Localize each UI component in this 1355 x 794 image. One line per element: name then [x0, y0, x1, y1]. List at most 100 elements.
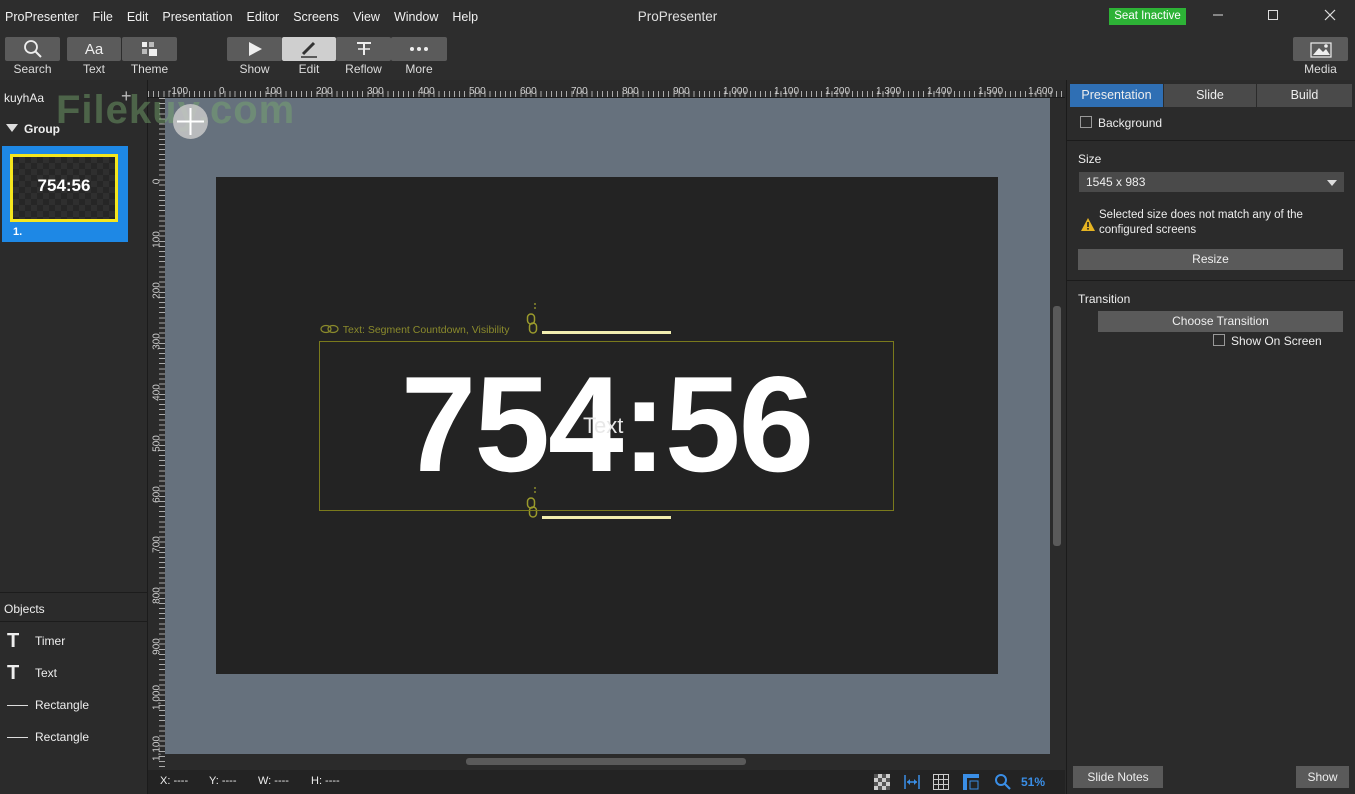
line-icon: [7, 705, 28, 706]
object-item[interactable]: Rectangle: [0, 690, 148, 720]
chevron-down-icon: [1327, 180, 1337, 186]
chain-link-icon[interactable]: [526, 303, 538, 337]
theme-button[interactable]: [122, 37, 177, 61]
toolbar: Search Aa Text Theme Show Edit Reflow Mo…: [0, 34, 1355, 80]
resize-button[interactable]: Resize: [1078, 249, 1343, 270]
line-icon: [7, 737, 28, 738]
ruler-label: 1,500: [978, 86, 1004, 97]
menu-file[interactable]: File: [93, 10, 113, 24]
edit-label: Edit: [298, 62, 320, 76]
size-select[interactable]: 1545 x 983: [1079, 172, 1344, 192]
background-checkbox[interactable]: [1080, 116, 1092, 128]
bottom-line-shape[interactable]: [542, 516, 671, 519]
menu-app[interactable]: ProPresenter: [5, 10, 79, 24]
ruler-label: 500: [151, 435, 163, 452]
menu-view[interactable]: View: [353, 10, 380, 24]
search-icon: [23, 40, 42, 58]
link-icon: [320, 324, 339, 334]
show-button-bottom[interactable]: Show: [1296, 766, 1349, 788]
show-button[interactable]: [227, 37, 282, 61]
search-label: Search: [13, 62, 52, 76]
zoom-add-icon[interactable]: [173, 104, 208, 139]
minimize-icon[interactable]: [1208, 6, 1228, 26]
ruler-label: 500: [469, 86, 486, 97]
text-aa-icon: Aa: [84, 40, 104, 58]
slide-number: 1.: [13, 226, 23, 238]
reflow-icon: [356, 42, 371, 55]
menu-window[interactable]: Window: [394, 10, 438, 24]
menu-edit[interactable]: Edit: [127, 10, 149, 24]
close-icon[interactable]: [1320, 6, 1340, 26]
ruler-label: 200: [151, 282, 163, 299]
object-label: Timer: [35, 634, 66, 648]
edit-button[interactable]: [282, 37, 336, 61]
maximize-icon[interactable]: [1263, 6, 1283, 26]
slide-thumbnail-cell[interactable]: 754:56 1.: [2, 146, 128, 242]
text-button[interactable]: Aa: [67, 37, 121, 61]
slide-thumbnail[interactable]: 754:56: [10, 154, 118, 222]
more-button[interactable]: [391, 37, 447, 61]
text-icon: T: [7, 630, 20, 652]
divider: [1067, 140, 1355, 141]
disclosure-triangle-icon[interactable]: [6, 124, 18, 132]
warning-text-line-2: configured screens: [1099, 224, 1197, 236]
ruler-label: 300: [367, 86, 384, 97]
link-label: Text: Segment Countdown, Visibility: [320, 324, 509, 336]
show-on-screen-checkbox[interactable]: [1213, 334, 1225, 346]
ruler-label: 300: [151, 333, 163, 350]
grid-icon[interactable]: [932, 773, 950, 791]
top-line-shape[interactable]: [542, 331, 671, 334]
ruler-label: 600: [520, 86, 537, 97]
inspector-panel: Presentation Slide Build Background Size…: [1066, 80, 1355, 794]
object-item[interactable]: T Text: [0, 658, 148, 688]
ruler-label: 200: [316, 86, 333, 97]
vertical-scrollbar[interactable]: [1050, 98, 1065, 754]
ruler-label: 400: [151, 384, 163, 401]
reflow-button[interactable]: [336, 37, 391, 61]
search-button[interactable]: [5, 37, 60, 61]
ruler-toggle-icon[interactable]: [962, 773, 980, 791]
media-button[interactable]: [1293, 37, 1348, 61]
checkerboard-icon[interactable]: [873, 773, 891, 791]
tab-slide[interactable]: Slide: [1164, 84, 1256, 107]
scroll-thumb[interactable]: [1053, 306, 1061, 546]
vertical-ruler: 0 100 200 300 400 500 600 700 800 900 1,…: [148, 98, 165, 770]
object-item[interactable]: T Timer: [0, 626, 148, 656]
zoom-level[interactable]: 51%: [1021, 775, 1045, 789]
object-label: Rectangle: [35, 698, 90, 712]
ruler-label: 700: [151, 536, 163, 553]
choose-transition-button[interactable]: Choose Transition: [1098, 311, 1343, 332]
ruler-label: 1,300: [876, 86, 902, 97]
slide-notes-button[interactable]: Slide Notes: [1073, 766, 1163, 788]
menu-presentation[interactable]: Presentation: [162, 10, 232, 24]
theme-icon: [141, 42, 157, 56]
y-coordinate: Y: ----: [209, 775, 237, 787]
library-name: kuyhAa: [4, 91, 45, 105]
zoom-magnifier-icon[interactable]: [994, 773, 1012, 791]
more-label: More: [405, 62, 433, 76]
tab-presentation[interactable]: Presentation: [1070, 84, 1163, 107]
menu-help[interactable]: Help: [452, 10, 478, 24]
text-element[interactable]: Text: [583, 413, 623, 439]
menu-screens[interactable]: Screens: [293, 10, 339, 24]
ruler-label: 0: [151, 178, 163, 185]
ruler-label: 900: [673, 86, 690, 97]
object-label: Rectangle: [35, 730, 90, 744]
ruler-label: 900: [151, 638, 163, 655]
seat-status-badge[interactable]: Seat Inactive: [1109, 8, 1186, 25]
object-item[interactable]: Rectangle: [0, 722, 148, 752]
play-icon: [248, 42, 262, 56]
slide-thumbnail-text: 754:56: [37, 176, 91, 195]
fit-width-icon[interactable]: [903, 773, 921, 791]
width-readout: W: ----: [258, 775, 289, 787]
horizontal-scrollbar[interactable]: [165, 754, 1050, 770]
slides-panel: kuyhAa + Group 754:56 1. Objects T Timer…: [0, 80, 148, 794]
scroll-thumb[interactable]: [466, 758, 746, 765]
tab-build[interactable]: Build: [1257, 84, 1352, 107]
height-readout: H: ----: [311, 775, 340, 787]
ruler-label: 1,600: [1028, 86, 1054, 97]
objects-header: Objects: [0, 592, 148, 622]
more-dots-icon: [410, 47, 428, 51]
menu-bar: ProPresenter File Edit Presentation Edit…: [0, 0, 492, 34]
menu-editor[interactable]: Editor: [247, 10, 280, 24]
